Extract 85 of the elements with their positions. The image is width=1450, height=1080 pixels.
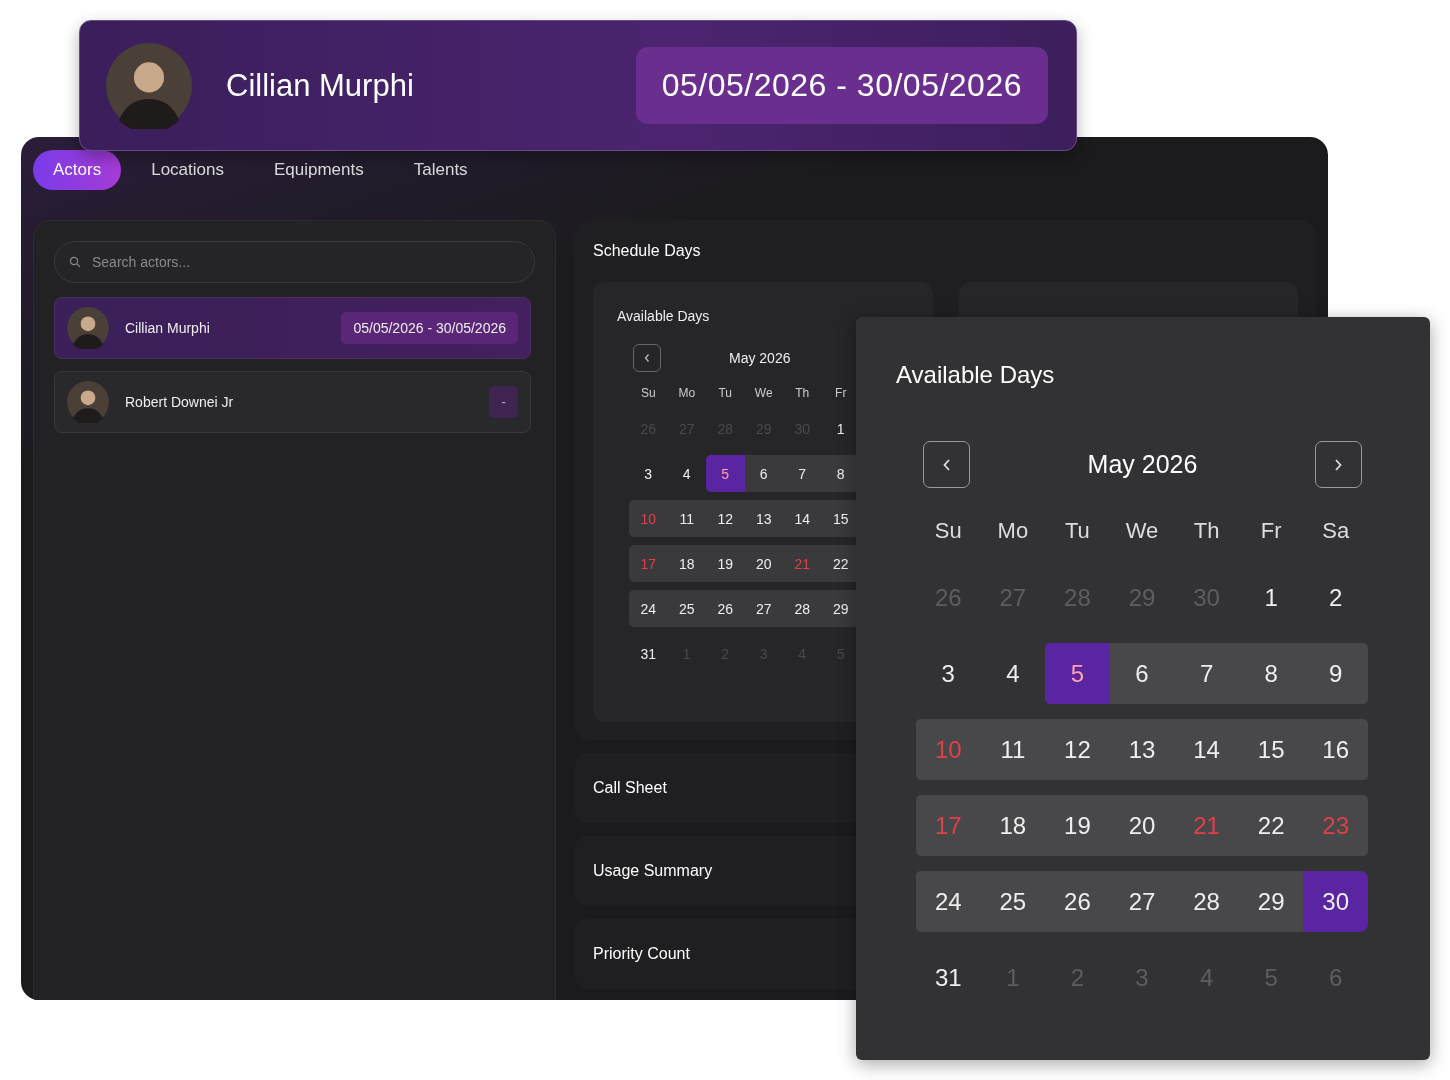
day-cell[interactable]: 25 <box>980 871 1046 932</box>
weekday-label: Tu <box>1064 518 1091 544</box>
day-cell[interactable]: 18 <box>980 795 1046 856</box>
actor-name: Cillian Murphi <box>125 320 211 336</box>
chevron-left-icon <box>643 353 651 363</box>
day-cell[interactable]: 4 <box>667 455 706 492</box>
day-cell[interactable]: 31 <box>916 947 981 1008</box>
day-cell[interactable]: 14 <box>1174 719 1239 780</box>
day-cell[interactable]: 7 <box>783 455 822 492</box>
actor-item[interactable]: Robert Downei Jr - <box>54 371 531 433</box>
avatar-icon <box>67 381 109 423</box>
day-cell[interactable]: 11 <box>980 719 1046 780</box>
day-cell[interactable]: 27 <box>744 590 783 627</box>
weekday-label: Su <box>933 518 963 544</box>
day-cell[interactable]: 6 <box>744 455 783 492</box>
date-range: - <box>489 386 518 418</box>
weekday-label: Sa <box>1321 518 1351 544</box>
actor-item[interactable]: Cillian Murphi 05/05/2026 - 30/05/2026 <box>54 297 531 359</box>
weekday-label: Th <box>794 386 811 400</box>
tab[interactable]: Actors <box>33 150 122 190</box>
day-cell[interactable]: 15 <box>1238 719 1304 780</box>
weekday-label: Fr <box>1259 518 1283 544</box>
day-cell[interactable]: 22 <box>1238 795 1304 856</box>
day-cell[interactable]: 26 <box>1045 871 1110 932</box>
day-cell[interactable]: 30 <box>1303 871 1368 932</box>
previous-button[interactable] <box>633 344 661 372</box>
tab[interactable]: Talents <box>393 150 488 190</box>
day-cell[interactable]: 11 <box>667 500 706 537</box>
day-cell[interactable]: 18 <box>667 545 706 582</box>
weekday-label: Th <box>1192 518 1221 544</box>
day-cell[interactable]: 25 <box>667 590 706 627</box>
weekday-label: Mo <box>677 386 697 400</box>
avatar-icon <box>67 307 109 349</box>
day-cell[interactable]: 24 <box>629 590 668 627</box>
day-cell[interactable]: 20 <box>744 545 783 582</box>
day-cell[interactable]: 1 <box>821 410 860 447</box>
day-cell[interactable]: 13 <box>1109 719 1175 780</box>
day-cell[interactable]: 27 <box>1109 871 1175 932</box>
actor-name: Cillian Murphi <box>226 67 415 104</box>
weekday-label: Mo <box>996 518 1030 544</box>
day-cell[interactable]: 5 <box>1045 643 1110 704</box>
tab[interactable]: Equipments <box>253 150 384 190</box>
day-cell[interactable]: 6 <box>1109 643 1175 704</box>
previous-button[interactable] <box>923 441 970 488</box>
month-label: May 2026 <box>1087 450 1198 479</box>
day-cell[interactable]: 3 <box>916 643 981 704</box>
weekday-label: Fr <box>834 386 848 400</box>
day-cell[interactable]: 14 <box>783 500 822 537</box>
day-cell[interactable]: 29 <box>1238 871 1304 932</box>
day-cell[interactable]: 7 <box>1174 643 1239 704</box>
search-field[interactable]: Search actors... <box>54 241 535 283</box>
day-cell[interactable]: 16 <box>1303 719 1368 780</box>
day-cell[interactable]: 19 <box>1045 795 1110 856</box>
day-cell[interactable]: 2 <box>1303 567 1368 628</box>
day-cell[interactable]: 1 <box>1238 567 1304 628</box>
weekday-label: We <box>1124 518 1160 544</box>
day-cell[interactable]: 13 <box>744 500 783 537</box>
day-cell[interactable]: 19 <box>706 545 745 582</box>
day-cell[interactable]: 8 <box>1238 643 1304 704</box>
day-cell[interactable]: 20 <box>1109 795 1175 856</box>
weekday-label: Su <box>639 386 657 400</box>
popup-title: Available Days <box>896 361 1056 389</box>
day-cell[interactable]: 4 <box>980 643 1046 704</box>
day-cell[interactable]: 12 <box>706 500 745 537</box>
date-range: 05/05/2026 - 30/05/2026 <box>635 47 1048 124</box>
day-cell[interactable]: 28 <box>1174 871 1239 932</box>
card-title: Available Days <box>617 308 710 324</box>
day-cell[interactable]: 3 <box>629 455 668 492</box>
day-cell[interactable]: 24 <box>916 871 981 932</box>
next-button[interactable] <box>1315 441 1362 488</box>
search-icon <box>69 256 81 268</box>
section-title: Schedule Days <box>593 242 702 260</box>
day-cell[interactable]: 12 <box>1045 719 1110 780</box>
tab[interactable]: Locations <box>131 150 244 190</box>
day-cell[interactable]: 5 <box>706 455 745 492</box>
day-cell[interactable]: 26 <box>706 590 745 627</box>
day-cell[interactable]: 9 <box>1303 643 1368 704</box>
weekday-label: Tu <box>717 386 734 400</box>
date-range: 05/05/2026 - 30/05/2026 <box>341 312 518 344</box>
avatar-icon <box>106 42 192 129</box>
month-label: May 2026 <box>729 350 791 366</box>
day-cell[interactable]: 31 <box>629 635 668 672</box>
day-cell[interactable]: 28 <box>783 590 822 627</box>
actor-name: Robert Downei Jr <box>125 394 235 410</box>
weekday-label: We <box>753 386 774 400</box>
